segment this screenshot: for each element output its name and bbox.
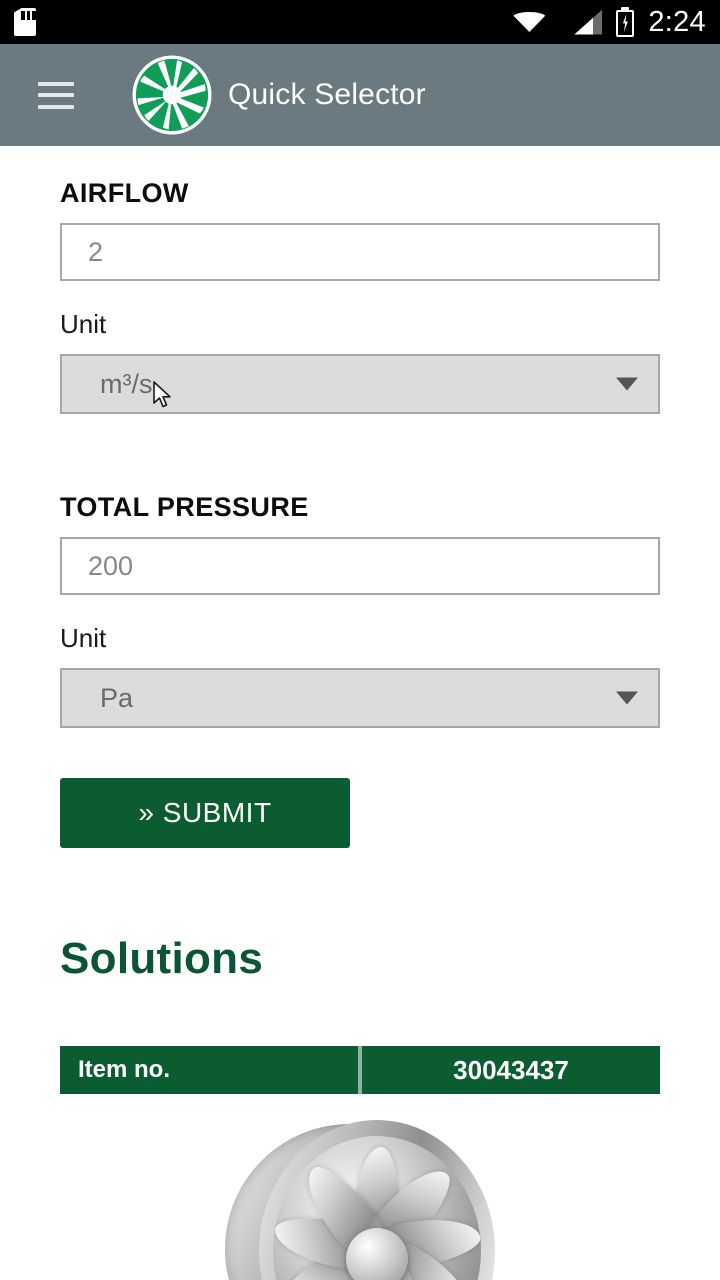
- product-image: [0, 1116, 720, 1280]
- total-pressure-input[interactable]: 200: [60, 537, 660, 595]
- wifi-icon: [513, 10, 561, 34]
- app-screen: 2:24 Quick Selector AIRFLOW 2 Unit m³/s …: [0, 0, 720, 1280]
- android-status-bar: 2:24: [0, 0, 720, 44]
- cellular-signal-icon: [574, 9, 603, 35]
- total-pressure-unit-label: Unit: [60, 623, 107, 653]
- app-bar: Quick Selector: [0, 44, 720, 146]
- chevron-down-icon: [616, 377, 638, 391]
- battery-charging-icon: [615, 7, 635, 37]
- submit-button[interactable]: » SUBMIT: [60, 778, 350, 848]
- airflow-label: AIRFLOW: [60, 178, 189, 208]
- item-no-header: Item no.: [78, 1056, 171, 1083]
- total-pressure-unit-select[interactable]: Pa: [60, 668, 660, 728]
- sd-card-icon: [14, 8, 36, 36]
- hamburger-menu-icon[interactable]: [38, 81, 74, 109]
- status-bar-clock: 2:24: [648, 5, 706, 38]
- status-bar-left: [14, 8, 36, 36]
- axial-fan-illustration: [225, 1116, 495, 1280]
- airflow-unit-select[interactable]: m³/s: [60, 354, 660, 414]
- app-title: Quick Selector: [228, 78, 426, 111]
- item-no-value[interactable]: 30043437: [362, 1046, 660, 1094]
- housing-bolt: [635, 19, 642, 26]
- main-content: AIRFLOW 2 Unit m³/s TOTAL PRESSURE 200 U…: [0, 178, 720, 1280]
- airflow-unit-label: Unit: [60, 309, 107, 339]
- status-bar-right: 2:24: [513, 5, 706, 39]
- chevron-down-icon: [616, 691, 638, 705]
- housing-bolt: [578, 35, 585, 42]
- solutions-heading: Solutions: [60, 934, 264, 983]
- fan-wheel-logo-icon: [130, 53, 214, 137]
- airflow-input[interactable]: 2: [60, 223, 660, 281]
- total-pressure-label: TOTAL PRESSURE: [60, 492, 309, 522]
- airflow-unit-value: m³/s: [100, 368, 153, 399]
- brand-block: Quick Selector: [130, 53, 426, 137]
- solutions-result-table: Item no. 30043437: [60, 1046, 660, 1094]
- total-pressure-unit-value: Pa: [100, 682, 134, 713]
